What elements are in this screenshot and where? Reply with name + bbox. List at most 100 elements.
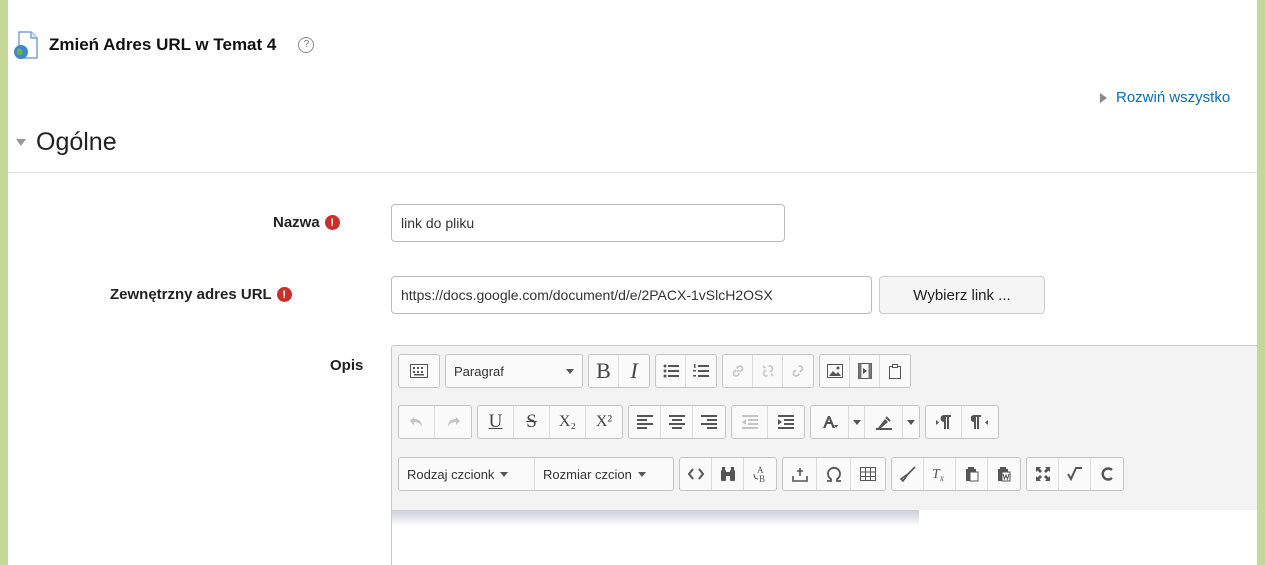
image-icon[interactable]	[820, 355, 850, 387]
undo-icon[interactable]	[399, 406, 435, 438]
align-right-icon[interactable]	[693, 406, 725, 438]
clear-format-icon[interactable]: Tx	[924, 458, 956, 490]
link-icon[interactable]	[723, 355, 753, 387]
numbered-list-icon[interactable]	[686, 355, 716, 387]
replace-icon[interactable]: AB	[744, 458, 776, 490]
toolbar-row-3: Rodzaj czcionk Rozmiar czcion AB T x	[398, 457, 1129, 491]
toolbar-group-media	[819, 354, 911, 388]
svg-text:B: B	[759, 474, 765, 483]
required-icon: !	[324, 215, 340, 230]
expand-all-link[interactable]: Rozwiń wszystko	[1100, 89, 1230, 106]
external-url-label-text: Zewnętrzny adres URL	[110, 286, 272, 303]
toolbar-group-indent	[731, 405, 805, 439]
frame-right-edge	[1257, 0, 1265, 565]
toolbar-group-colors	[810, 405, 920, 439]
underline-button[interactable]: U	[478, 406, 514, 438]
external-url-label: Zewnętrzny adres URL !	[110, 286, 292, 303]
bullet-list-icon[interactable]	[656, 355, 686, 387]
description-label: Opis	[330, 357, 363, 374]
name-label-text: Nazwa	[273, 214, 320, 231]
font-size-select[interactable]: Rozmiar czcion	[535, 458, 673, 490]
toolbar-group-search: AB	[679, 457, 777, 491]
paragraph-format-select[interactable]: Paragraf	[446, 355, 582, 387]
required-icon: !	[276, 287, 292, 302]
align-left-icon[interactable]	[629, 406, 661, 438]
external-url-input-value: https://docs.google.com/document/d/e/2PA…	[401, 287, 773, 303]
background-color-dropdown[interactable]	[903, 406, 919, 438]
toolbar-group-format: Paragraf	[445, 354, 583, 388]
code-icon[interactable]	[680, 458, 712, 490]
find-icon[interactable]	[712, 458, 744, 490]
subscript-button[interactable]: X₂	[550, 406, 586, 438]
font-family-select[interactable]: Rodzaj czcionk	[399, 458, 535, 490]
name-input[interactable]: link do pliku	[391, 204, 785, 242]
choose-link-button[interactable]: Wybierz link ...	[879, 276, 1045, 314]
name-input-value: link do pliku	[401, 215, 475, 231]
section-toggle-general[interactable]: Ogólne	[16, 128, 117, 157]
external-url-input[interactable]: https://docs.google.com/document/d/e/2PA…	[391, 276, 872, 314]
font-size-value: Rozmiar czcion	[543, 466, 632, 482]
section-title: Ogólne	[36, 128, 117, 156]
paste-icon[interactable]	[880, 355, 910, 387]
section-divider	[8, 172, 1257, 173]
help-icon[interactable]: ?	[298, 37, 315, 53]
page: Zmień Adres URL w Temat 4 ? Rozwiń wszys…	[8, 0, 1257, 565]
font-family-value: Rodzaj czcionk	[407, 466, 495, 482]
required-glyph: !	[330, 216, 335, 229]
redo-icon[interactable]	[435, 406, 471, 438]
toolbar-group-extra	[1026, 457, 1124, 491]
fullscreen-icon[interactable]	[1027, 458, 1059, 490]
font-color-icon[interactable]	[811, 406, 849, 438]
outdent-icon[interactable]	[732, 406, 768, 438]
underline-glyph: U	[488, 411, 503, 432]
media-icon[interactable]	[850, 355, 880, 387]
clean-icon[interactable]	[892, 458, 924, 490]
italic-glyph: I	[630, 358, 638, 383]
help-glyph: ?	[303, 39, 310, 50]
anchor-icon[interactable]	[783, 355, 813, 387]
font-color-dropdown[interactable]	[849, 406, 865, 438]
toolbar-group-text-style: U S X₂ X²	[477, 405, 623, 439]
page-header: Zmień Adres URL w Temat 4 ?	[12, 30, 315, 60]
c-icon[interactable]	[1091, 458, 1123, 490]
triangle-right-icon	[1100, 92, 1107, 103]
toolbar-row-2: U S X₂ X²	[398, 405, 1004, 439]
strikethrough-button[interactable]: S	[514, 406, 550, 438]
table-icon[interactable]	[851, 458, 885, 490]
page-title: Zmień Adres URL w Temat 4	[49, 35, 277, 54]
strike-glyph: S	[526, 411, 537, 432]
rtl-icon[interactable]	[962, 406, 998, 438]
superscript-glyph: X²	[595, 413, 613, 430]
toolbar-group-clean: Tx	[891, 457, 1021, 491]
indent-icon[interactable]	[768, 406, 804, 438]
toolbar-group-style: B I	[588, 354, 650, 388]
rich-text-editor: Paragraf B I U S X₂ X² Rodzaj czcionk Ro…	[391, 345, 1257, 565]
superscript-button[interactable]: X²	[586, 406, 622, 438]
omega-icon[interactable]	[817, 458, 851, 490]
paragraph-format-value: Paragraf	[454, 363, 504, 379]
name-label: Nazwa !	[273, 214, 340, 231]
anchor-insert-icon[interactable]	[783, 458, 817, 490]
paste-word-icon[interactable]	[988, 458, 1020, 490]
svg-text:x: x	[939, 473, 944, 482]
toolbar-group-toggle	[398, 354, 440, 388]
paste-text-icon[interactable]	[956, 458, 988, 490]
editor-content-area[interactable]	[392, 510, 1257, 565]
url-resource-icon	[12, 30, 42, 60]
choose-link-button-label: Wybierz link ...	[913, 286, 1011, 304]
italic-button[interactable]: I	[619, 355, 649, 387]
chevron-down-icon	[852, 419, 861, 425]
background-color-icon[interactable]	[865, 406, 903, 438]
equation-icon[interactable]	[1059, 458, 1091, 490]
unlink-icon[interactable]	[753, 355, 783, 387]
toolbar-row-1: Paragraf B I	[398, 354, 916, 388]
triangle-down-icon	[16, 139, 26, 146]
toolbar-toggle-icon[interactable]	[399, 355, 439, 387]
align-center-icon[interactable]	[661, 406, 693, 438]
toolbar-group-history	[398, 405, 472, 439]
ltr-icon[interactable]	[926, 406, 962, 438]
toolbar-group-fonts: Rodzaj czcionk Rozmiar czcion	[398, 457, 674, 491]
chevron-down-icon	[500, 471, 509, 477]
bold-button[interactable]: B	[589, 355, 619, 387]
editor-top-shadow	[392, 510, 919, 526]
